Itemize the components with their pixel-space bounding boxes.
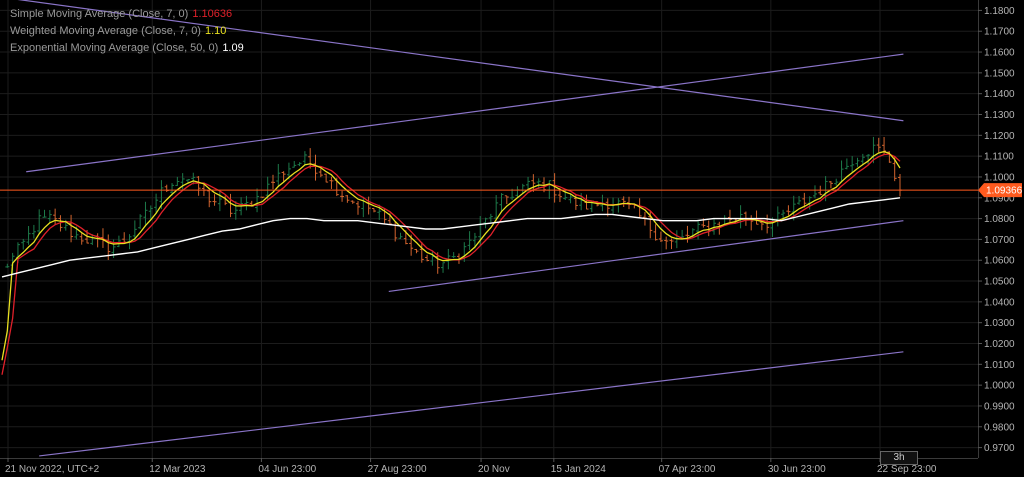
y-tick-label: 0.9800 — [984, 422, 1015, 433]
y-tick-label: 1.0100 — [984, 360, 1015, 371]
y-tick-label: 1.0400 — [984, 297, 1015, 308]
x-tick-label: 20 Nov — [478, 464, 510, 475]
x-tick-label: 30 Jun 23:00 — [768, 464, 826, 475]
y-tick-label: 1.0600 — [984, 256, 1015, 267]
y-tick-label: 1.0500 — [984, 277, 1015, 288]
legend-ema-label: Exponential Moving Average (Close, 50, 0… — [10, 42, 219, 54]
y-tick-label: 1.0700 — [984, 235, 1015, 246]
y-tick-label: 1.1400 — [984, 89, 1015, 100]
legend-sma-label: Simple Moving Average (Close, 7, 0) — [10, 8, 189, 20]
trend-line[interactable] — [26, 53, 904, 173]
trend-line[interactable] — [39, 351, 904, 457]
x-tick-label: 22 Sep 23:00 — [877, 464, 937, 475]
price-chart[interactable]: 1.1800 1.1700 1.1600 1.1500 1.1400 1.1300 1.12… — [0, 0, 1024, 477]
timeframe-badge[interactable]: 3h — [880, 451, 918, 465]
y-tick-label: 1.1500 — [984, 68, 1015, 79]
x-tick-label: 12 Mar 2023 — [149, 464, 206, 475]
legend-wma-value: 1.10 — [204, 25, 227, 37]
y-tick-label: 1.0800 — [984, 214, 1015, 225]
y-tick-label: 1.1200 — [984, 131, 1015, 142]
x-tick-label: 07 Apr 23:00 — [659, 464, 716, 475]
y-tick-label: 1.1600 — [984, 48, 1015, 59]
y-tick-label: 0.9900 — [984, 401, 1015, 412]
y-tick-label: 1.1100 — [984, 152, 1014, 163]
y-tick-label: 1.0200 — [984, 339, 1015, 350]
x-tick-label: 15 Jan 2024 — [551, 464, 606, 475]
legend-wma-label: Weighted Moving Average (Close, 7, 0) — [10, 25, 201, 37]
sma-line — [1, 153, 901, 375]
current-price-label: 1.09366 — [986, 186, 1023, 197]
y-tick-label: 1.1000 — [984, 172, 1015, 183]
y-tick-label: 1.1300 — [984, 110, 1015, 121]
x-tick-label: 04 Jun 23:00 — [258, 464, 316, 475]
legend-sma[interactable]: Simple Moving Average (Close, 7, 0) 1.106… — [10, 6, 244, 23]
x-tick-label: 27 Aug 23:00 — [368, 464, 427, 475]
y-tick-label: 1.0300 — [984, 318, 1015, 329]
y-tick-label: 1.1700 — [984, 27, 1015, 38]
legend-ema-value: 1.09 — [222, 42, 244, 54]
legend-sma-value: 1.10636 — [192, 8, 233, 20]
y-tick-label: 0.9700 — [984, 443, 1015, 454]
y-tick-label: 1.1800 — [984, 6, 1015, 17]
y-tick-label: 1.0000 — [984, 381, 1015, 392]
wma-line — [1, 150, 901, 361]
x-tick-label: 21 Nov 2022, UTC+2 — [5, 464, 100, 475]
indicator-legend: Simple Moving Average (Close, 7, 0) 1.106… — [10, 6, 244, 57]
legend-wma[interactable]: Weighted Moving Average (Close, 7, 0) 1.1… — [10, 23, 244, 40]
legend-ema[interactable]: Exponential Moving Average (Close, 50, 0… — [10, 40, 244, 57]
